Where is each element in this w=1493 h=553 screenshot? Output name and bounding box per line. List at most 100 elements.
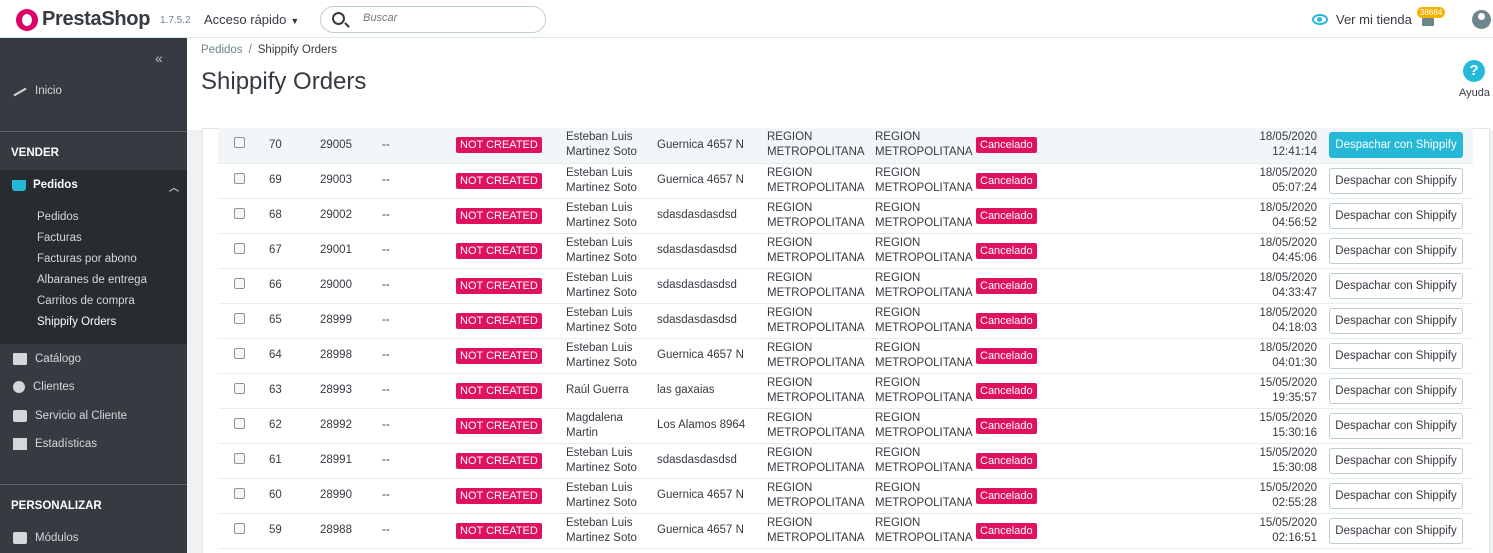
cell-id: 67 <box>269 244 282 256</box>
cell-tracking: -- <box>382 524 390 536</box>
submenu-invoices[interactable]: Facturas <box>37 232 82 244</box>
sidebar-item-label: Clientes <box>33 381 75 393</box>
table-row[interactable]: 68 29002 -- NOT CREATED Esteban Luis Mar… <box>218 198 1473 233</box>
shippify-status-badge: NOT CREATED <box>456 522 542 539</box>
breadcrumb-parent[interactable]: Pedidos <box>201 44 243 56</box>
dispatch-shippify-button[interactable]: Despachar con Shippify <box>1329 307 1463 334</box>
cell-state: REGION METROPOLITANA <box>875 306 973 334</box>
sidebar-item-label: Inicio <box>35 85 62 97</box>
trending-icon <box>13 85 27 97</box>
cell-address: las gaxaias <box>657 384 715 396</box>
row-checkbox[interactable] <box>234 452 245 464</box>
cell-reference: 29001 <box>320 244 352 256</box>
view-store-link[interactable]: Ver mi tienda <box>1312 12 1412 27</box>
dispatch-shippify-button[interactable]: Despachar con Shippify <box>1329 412 1463 439</box>
table-row[interactable]: 63 28993 -- NOT CREATED Raúl Guerra las … <box>218 373 1473 408</box>
cell-address: Guernica 4657 N <box>657 524 744 536</box>
cell-tracking: -- <box>382 279 390 291</box>
cell-reference: 29005 <box>320 138 352 151</box>
sidebar-item-stats[interactable]: Estadísticas <box>0 430 187 458</box>
cell-id: 65 <box>269 314 282 326</box>
page-title: Shippify Orders <box>201 68 367 95</box>
top-bar: PrestaShop 1.7.5.2 Acceso rápido▼ Ver mi… <box>0 0 1493 38</box>
sidebar-section-customize: PERSONALIZAR <box>11 500 102 512</box>
dispatch-shippify-button[interactable]: Despachar con Shippify <box>1329 202 1463 229</box>
cell-tracking: -- <box>382 244 390 256</box>
cell-state: REGION METROPOLITANA <box>875 411 973 439</box>
dispatch-shippify-button[interactable]: Despachar con Shippify <box>1329 377 1463 404</box>
help-button[interactable]: ? Ayuda <box>1459 60 1490 99</box>
table-row[interactable]: 62 28992 -- NOT CREATED Magdalena Martin… <box>218 408 1473 443</box>
dispatch-shippify-button[interactable]: Despachar con Shippify <box>1329 272 1463 299</box>
cell-id: 61 <box>269 454 282 466</box>
table-row[interactable]: 64 28998 -- NOT CREATED Esteban Luis Mar… <box>218 338 1473 373</box>
table-row[interactable]: 66 29000 -- NOT CREATED Esteban Luis Mar… <box>218 268 1473 303</box>
account-icon[interactable] <box>1472 10 1491 29</box>
sidebar-item-catalog[interactable]: Catálogo <box>0 345 187 373</box>
prestashop-logo[interactable]: PrestaShop <box>16 8 150 31</box>
dispatch-shippify-button[interactable]: Despachar con Shippify <box>1329 132 1463 159</box>
cell-customer: Raúl Guerra <box>566 384 629 396</box>
cell-reference: 28993 <box>320 384 352 396</box>
quick-access-dropdown[interactable]: Acceso rápido ▼ <box>204 12 299 27</box>
cell-state: REGION METROPOLITANA <box>875 481 973 509</box>
dispatch-shippify-button[interactable]: Despachar con Shippify <box>1329 482 1463 509</box>
cell-state: REGION METROPOLITANA <box>875 201 973 229</box>
row-checkbox[interactable] <box>234 207 245 219</box>
cell-customer: Esteban Luis Martinez Soto <box>566 306 637 334</box>
dispatch-shippify-button[interactable]: Despachar con Shippify <box>1329 517 1463 544</box>
submenu-delivery-slips[interactable]: Albaranes de entrega <box>37 274 147 286</box>
table-row[interactable]: 60 28990 -- NOT CREATED Esteban Luis Mar… <box>218 478 1473 513</box>
submenu-credit-slips[interactable]: Facturas por abono <box>37 253 137 265</box>
row-checkbox[interactable] <box>234 312 245 324</box>
help-label: Ayuda <box>1459 87 1490 99</box>
cell-address: Los Alamos 8964 <box>657 419 746 431</box>
row-checkbox[interactable] <box>234 137 245 149</box>
person-icon <box>13 381 25 393</box>
dispatch-shippify-button[interactable]: Despachar con Shippify <box>1329 342 1463 369</box>
cell-customer: Esteban Luis Martinez Soto <box>566 341 637 369</box>
breadcrumb-separator: / <box>248 44 252 56</box>
submenu-carts[interactable]: Carritos de compra <box>37 295 135 307</box>
row-checkbox[interactable] <box>234 522 245 534</box>
cell-tracking: -- <box>382 489 390 501</box>
dispatch-shippify-button[interactable]: Despachar con Shippify <box>1329 447 1463 474</box>
row-checkbox[interactable] <box>234 242 245 254</box>
sidebar-item-customer-service[interactable]: Servicio al Cliente <box>0 402 187 430</box>
row-checkbox[interactable] <box>234 347 245 359</box>
table-row[interactable]: 69 29003 -- NOT CREATED Esteban Luis Mar… <box>218 163 1473 198</box>
cell-id: 66 <box>269 279 282 291</box>
row-checkbox[interactable] <box>234 417 245 429</box>
row-checkbox[interactable] <box>234 487 245 499</box>
cell-reference: 29000 <box>320 279 352 291</box>
cell-state: REGION METROPOLITANA <box>875 341 973 369</box>
table-row[interactable]: 65 28999 -- NOT CREATED Esteban Luis Mar… <box>218 303 1473 338</box>
orders-menu: Pedidos ︿ Pedidos Facturas Facturas por … <box>0 170 187 344</box>
search-icon[interactable] <box>332 12 345 25</box>
sidebar-item-customers[interactable]: Clientes <box>0 373 187 401</box>
row-checkbox[interactable] <box>234 172 245 184</box>
submenu-shippify-orders[interactable]: Shippify Orders <box>37 316 116 328</box>
table-row[interactable]: 61 28991 -- NOT CREATED Esteban Luis Mar… <box>218 443 1473 478</box>
cell-reference: 29003 <box>320 174 352 186</box>
table-row[interactable]: 67 29001 -- NOT CREATED Esteban Luis Mar… <box>218 233 1473 268</box>
row-checkbox[interactable] <box>234 382 245 394</box>
submenu-orders[interactable]: Pedidos <box>37 211 79 223</box>
order-status-badge: Cancelado <box>976 417 1037 434</box>
dispatch-shippify-button[interactable]: Despachar con Shippify <box>1329 237 1463 264</box>
cell-address: Guernica 4657 N <box>657 138 744 151</box>
logo-icon <box>16 8 38 31</box>
dispatch-shippify-button[interactable]: Despachar con Shippify <box>1329 167 1463 194</box>
sidebar-item-orders[interactable]: Pedidos ︿ <box>0 170 187 200</box>
store-icon <box>13 353 27 365</box>
table-row[interactable]: 59 28988 -- NOT CREATED Esteban Luis Mar… <box>218 513 1473 548</box>
cell-tracking: -- <box>382 419 390 431</box>
search-input[interactable] <box>363 12 533 24</box>
order-status-badge: Cancelado <box>976 452 1037 469</box>
table-row[interactable]: 70 29005 -- NOT CREATED Esteban Luis Mar… <box>218 128 1473 163</box>
collapse-sidebar-icon[interactable]: « <box>155 50 163 66</box>
sidebar-item-home[interactable]: Inicio <box>0 77 187 105</box>
sidebar-item-modules[interactable]: Módulos <box>0 524 187 552</box>
row-checkbox[interactable] <box>234 277 245 289</box>
order-status-badge: Cancelado <box>976 382 1037 399</box>
